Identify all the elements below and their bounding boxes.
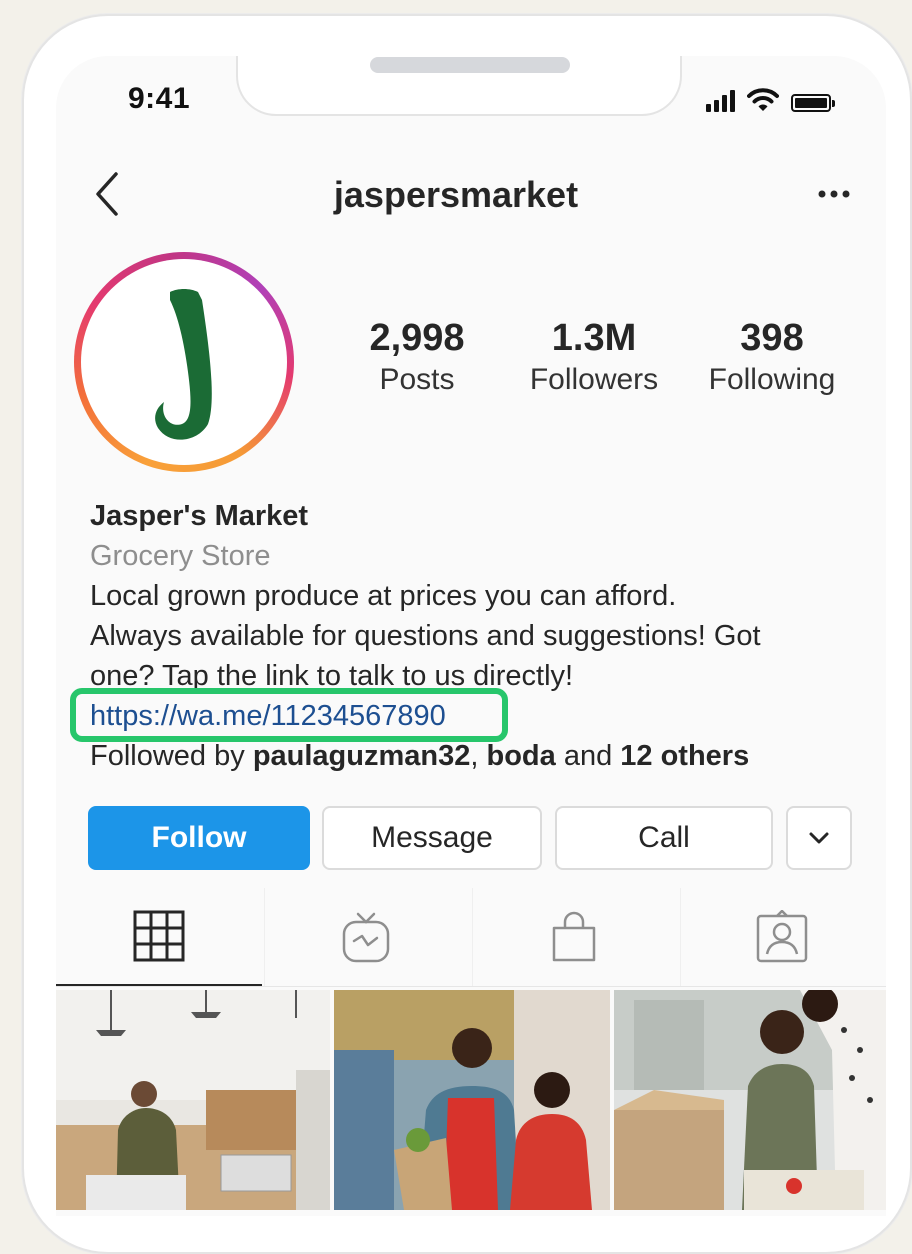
phone-speaker: [370, 57, 570, 73]
chevron-down-icon: [809, 832, 829, 844]
tab-divider: [472, 888, 473, 986]
stat-followers[interactable]: 1.3M Followers: [520, 316, 668, 400]
call-button[interactable]: Call: [555, 806, 773, 870]
post-thumbnail-family[interactable]: [614, 990, 886, 1210]
battery-icon: [791, 94, 835, 112]
tab-divider: [264, 888, 265, 986]
igtv-icon: [342, 912, 390, 963]
avatar-logo: [155, 289, 212, 440]
stat-following[interactable]: 398 Following: [700, 316, 844, 400]
tab-posts-grid[interactable]: [56, 888, 262, 987]
profile-category: Grocery Store: [90, 540, 271, 572]
profile-username-title: jaspersmarket: [333, 174, 579, 215]
wifi-icon: [747, 88, 779, 111]
tab-divider: [680, 888, 681, 986]
suggested-accounts-button[interactable]: [786, 806, 852, 870]
mutual-follower-2[interactable]: boda: [487, 740, 556, 772]
bio-line: Always available for questions and sugge…: [90, 620, 761, 652]
shopping-bag-icon: [552, 911, 596, 962]
follow-button[interactable]: Follow: [88, 806, 310, 870]
post-thumbnail-market[interactable]: [334, 990, 610, 1210]
bio-line: Local grown produce at prices you can af…: [90, 580, 677, 612]
followed-by-and: and: [555, 740, 621, 772]
posts-label: Posts: [379, 363, 455, 396]
profile-display-name: Jasper's Market: [90, 500, 309, 532]
followed-by-text[interactable]: Followed by paulaguzman32, boda and 12 o…: [90, 736, 880, 776]
following-label: Following: [708, 363, 836, 396]
tab-shop[interactable]: [474, 888, 674, 986]
status-icons: [706, 84, 835, 112]
link-highlight-box: [70, 688, 508, 742]
cellular-signal-icon: [706, 88, 735, 112]
followers-count: 1.3M: [551, 317, 637, 359]
stat-posts[interactable]: 2,998 Posts: [352, 316, 482, 400]
tagged-person-icon: [756, 910, 808, 963]
followers-label: Followers: [529, 363, 659, 396]
profile-avatar[interactable]: [74, 252, 294, 472]
following-count: 398: [740, 317, 804, 359]
mutual-follower-1[interactable]: paulaguzman32: [253, 740, 471, 772]
tabs-bottom-border: [56, 986, 886, 987]
tab-tagged[interactable]: [682, 888, 882, 986]
posts-count: 2,998: [369, 317, 465, 359]
post-thumbnail-kitchen[interactable]: [56, 990, 330, 1210]
followed-by-separator: ,: [470, 740, 487, 772]
tab-igtv[interactable]: [266, 888, 466, 986]
mutual-followers-others[interactable]: 12 others: [620, 740, 749, 772]
message-button[interactable]: Message: [322, 806, 542, 870]
status-time: 9:41: [128, 82, 191, 115]
grid-icon: [133, 910, 185, 962]
followed-by-prefix: Followed by: [90, 740, 253, 772]
more-options-icon[interactable]: [816, 184, 852, 204]
